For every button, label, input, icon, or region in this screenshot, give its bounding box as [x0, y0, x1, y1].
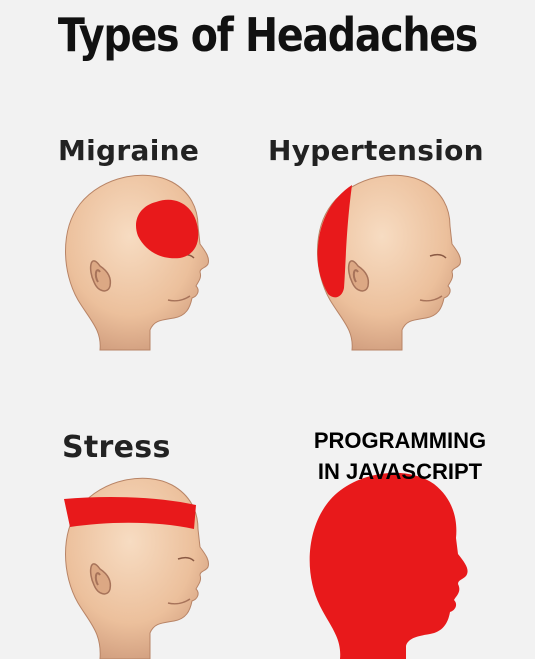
- head-javascript-illustration: [309, 472, 468, 659]
- label-line-2: IN JAVASCRIPT: [317, 459, 483, 484]
- head-stress-illustration: [64, 477, 209, 659]
- meme-title: Types of Headaches: [57, 8, 478, 62]
- head-migraine-illustration: [65, 174, 209, 351]
- label-line-1: PROGRAMMING: [313, 428, 487, 453]
- label-programming-javascript: PROGRAMMING IN JAVASCRIPT: [300, 425, 500, 487]
- head-hypertension-illustration: [317, 174, 461, 351]
